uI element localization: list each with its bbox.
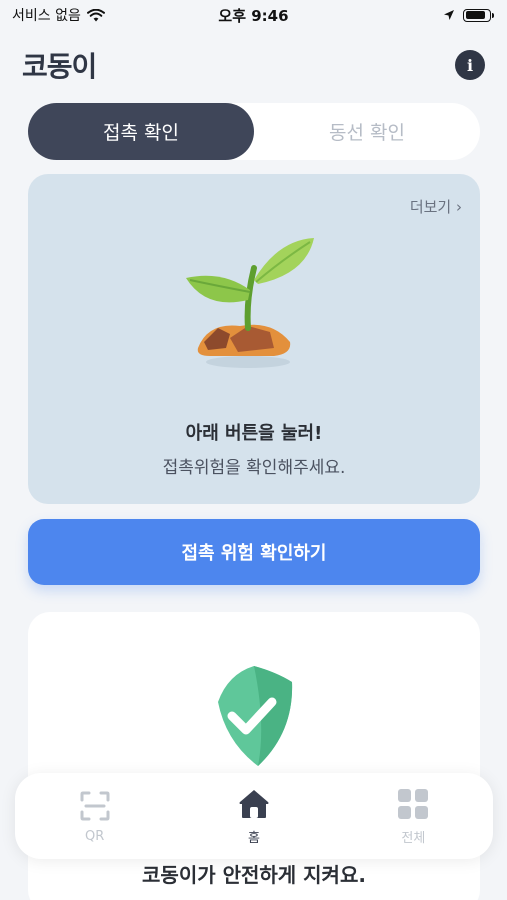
battery-icon bbox=[463, 8, 494, 22]
nav-item-home[interactable]: 홈 bbox=[174, 773, 333, 859]
app-logo: 코동이 bbox=[22, 50, 97, 83]
more-link[interactable]: 더보기 › bbox=[410, 196, 462, 217]
hero-card: 더보기 › 아래 버튼을 눌러! 접촉위험을 확인해주세요. bbox=[28, 174, 480, 504]
bottom-nav: QR 홈 전체 bbox=[15, 773, 493, 859]
location-arrow-icon bbox=[444, 10, 454, 20]
sprout-icon bbox=[186, 238, 314, 368]
status-left: 서비스 없음 bbox=[12, 5, 105, 25]
nav-label-all: 전체 bbox=[401, 830, 426, 846]
qr-scan-icon bbox=[78, 789, 112, 823]
grid-icon bbox=[396, 787, 430, 821]
status-right bbox=[443, 8, 494, 22]
status-bar: 서비스 없음 오후 9:46 bbox=[0, 0, 507, 30]
safety-message: 코동이가 안전하게 지켜요. bbox=[142, 863, 366, 887]
hero-title: 아래 버튼을 눌러! bbox=[185, 423, 323, 444]
hero-subtitle: 접촉위험을 확인해주세요. bbox=[162, 458, 346, 478]
nav-item-all[interactable]: 전체 bbox=[334, 773, 493, 859]
check-contact-risk-button[interactable]: 접촉 위험 확인하기 bbox=[28, 519, 480, 585]
battery-level bbox=[465, 11, 486, 19]
wifi-icon bbox=[86, 8, 105, 21]
tab-route-check[interactable]: 동선 확인 bbox=[254, 103, 480, 160]
app-header: 코동이 i bbox=[22, 40, 485, 90]
carrier-text: 서비스 없음 bbox=[12, 8, 81, 24]
nav-label-qr: QR bbox=[85, 828, 105, 844]
tab-contact-check[interactable]: 접촉 확인 bbox=[28, 103, 254, 160]
nav-label-home: 홈 bbox=[248, 830, 260, 846]
nav-item-qr[interactable]: QR bbox=[15, 773, 174, 859]
shield-check-icon bbox=[218, 666, 293, 766]
home-icon bbox=[237, 787, 271, 821]
tab-switcher: 접촉 확인 동선 확인 bbox=[28, 103, 480, 160]
info-icon[interactable]: i bbox=[455, 50, 485, 80]
